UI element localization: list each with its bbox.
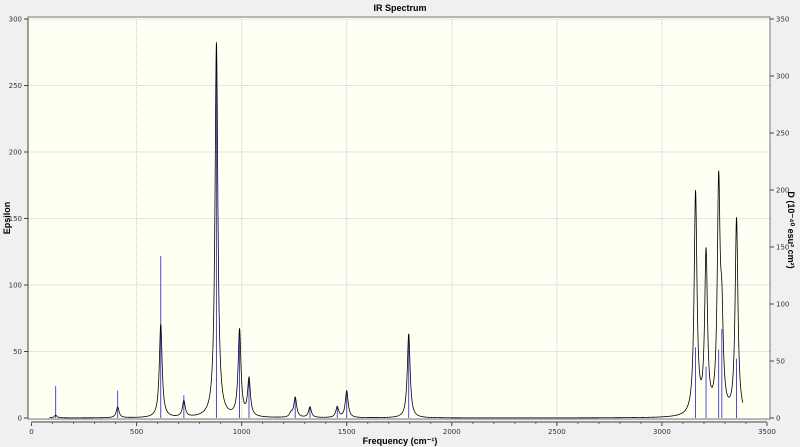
y-tick-label: 0 [18, 415, 22, 423]
y-tick-label: 250 [9, 82, 22, 90]
y-axis-label: Epsilon [2, 202, 12, 235]
y2-tick-label: 50 [776, 358, 785, 366]
x-tick-label: 3000 [653, 428, 671, 436]
y2-tick-label: 300 [776, 73, 789, 81]
y2-tick-label: 0 [776, 415, 780, 423]
x-tick-label: 500 [130, 428, 143, 436]
y2-axis-label: D (10⁻⁴⁰ esu² cm²) [786, 191, 796, 268]
y2-tick-label: 250 [776, 130, 789, 138]
chart-title: IR Spectrum [373, 3, 426, 13]
ir-spectrum-chart: 0 500 1000 1500 2000 2500 3000 3500050100150200… [2, 3, 796, 446]
y2-tick-label: 100 [776, 301, 789, 309]
x-tick-label: 0 [29, 428, 33, 436]
x-tick-label: 1500 [338, 428, 356, 436]
x-tick-label: 2500 [548, 428, 566, 436]
x-tick-label: 3500 [758, 428, 776, 436]
y2-tick-label: 350 [776, 16, 789, 24]
x-tick-label: 2000 [443, 428, 461, 436]
x-tick-label: 1000 [233, 428, 251, 436]
y-tick-label: 300 [9, 16, 22, 24]
y-tick-label: 50 [13, 348, 22, 356]
y-tick-label: 200 [9, 149, 22, 157]
x-axis-label: Frequency (cm⁻¹) [363, 436, 438, 446]
y-tick-label: 100 [9, 282, 22, 290]
